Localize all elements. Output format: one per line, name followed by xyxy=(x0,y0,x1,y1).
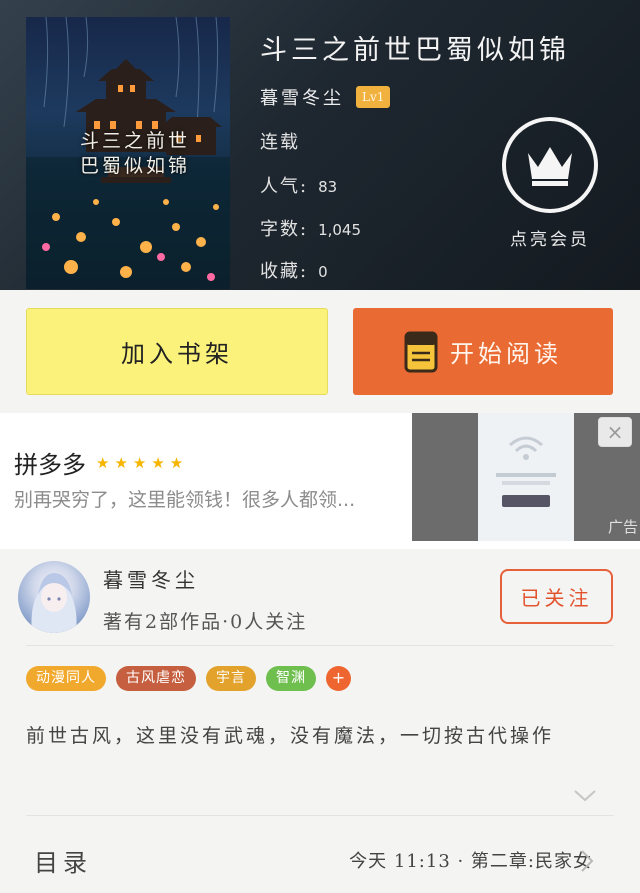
book-cover[interactable]: 斗三之前世 巴蜀似如锦 xyxy=(26,17,230,289)
ad-close-button[interactable]: × xyxy=(598,417,632,447)
author-row: 暮雪冬尘 Lv1 xyxy=(260,84,391,110)
start-reading-button[interactable]: 开始阅读 xyxy=(353,308,613,395)
tag-chip[interactable]: 古风虐恋 xyxy=(116,666,196,691)
book-status: 连载 xyxy=(260,132,300,153)
avatar-illustration xyxy=(31,573,77,633)
tag-chip[interactable]: 智渊 xyxy=(266,666,316,691)
tag-chip[interactable]: 动漫同人 xyxy=(26,666,106,691)
action-bar: 加入书架 开始阅读 xyxy=(0,290,640,413)
more-tags-button[interactable]: + xyxy=(326,666,351,691)
add-to-shelf-button[interactable]: 加入书架 xyxy=(26,308,328,395)
popularity-stat: 人气: 83 xyxy=(260,176,338,197)
author-card-name[interactable]: 暮雪冬尘 xyxy=(103,564,199,593)
author-avatar[interactable] xyxy=(18,561,90,633)
toc-label: 目录 xyxy=(34,849,92,877)
ad-image: × 广告 xyxy=(412,413,640,541)
latest-chapter: 今天 11:13 · 第二章:民家女 xyxy=(349,851,592,872)
book-synopsis: 前世古风，这里没有武魂，没有魔法，一切按古代操作 xyxy=(26,725,555,747)
author-level-badge: Lv1 xyxy=(356,86,391,108)
chevron-right-icon xyxy=(581,850,594,872)
cover-title: 斗三之前世 巴蜀似如锦 xyxy=(80,130,191,177)
follow-button[interactable]: 已关注 xyxy=(500,569,613,624)
ad-brand: 拼多多 ★★★★★ xyxy=(14,451,189,479)
wifi-icon xyxy=(509,436,543,460)
author-section: 暮雪冬尘 著有2部作品·0人关注 已关注 动漫同人 古风虐恋 宇言 智渊 + 前… xyxy=(0,549,640,893)
word-count-stat: 字数: 1,045 xyxy=(260,219,362,240)
ad-description: 别再哭穷了，这里能领钱！很多人都领... xyxy=(14,489,356,511)
book-title: 斗三之前世巴蜀似如锦 xyxy=(260,35,570,66)
favorites-stat: 收藏: 0 xyxy=(260,261,328,282)
ad-label: 广告 xyxy=(607,518,638,536)
book-header: 斗三之前世 巴蜀似如锦 斗三之前世巴蜀似如锦 暮雪冬尘 Lv1 连载 人气: 83… xyxy=(0,0,640,290)
ad-phone-mockup xyxy=(478,413,574,541)
vip-label: 点亮会员 xyxy=(510,230,590,250)
tag-list: 动漫同人 古风虐恋 宇言 智渊 + xyxy=(26,666,351,691)
tag-chip[interactable]: 宇言 xyxy=(206,666,256,691)
table-of-contents-row[interactable]: 目录 今天 11:13 · 第二章:民家女 xyxy=(0,815,640,893)
crown-icon xyxy=(528,147,572,186)
author-name-link[interactable]: 暮雪冬尘 xyxy=(260,84,344,110)
expand-chevron-icon[interactable] xyxy=(573,789,597,803)
rating-stars: ★★★★★ xyxy=(96,453,189,472)
vip-button[interactable]: 点亮会员 xyxy=(500,117,600,250)
book-icon xyxy=(404,331,438,372)
ad-banner[interactable]: 拼多多 ★★★★★ 别再哭穷了，这里能领钱！很多人都领... × 广告 xyxy=(0,413,640,549)
divider xyxy=(26,645,614,646)
author-card-stats: 著有2部作品·0人关注 xyxy=(103,611,308,633)
